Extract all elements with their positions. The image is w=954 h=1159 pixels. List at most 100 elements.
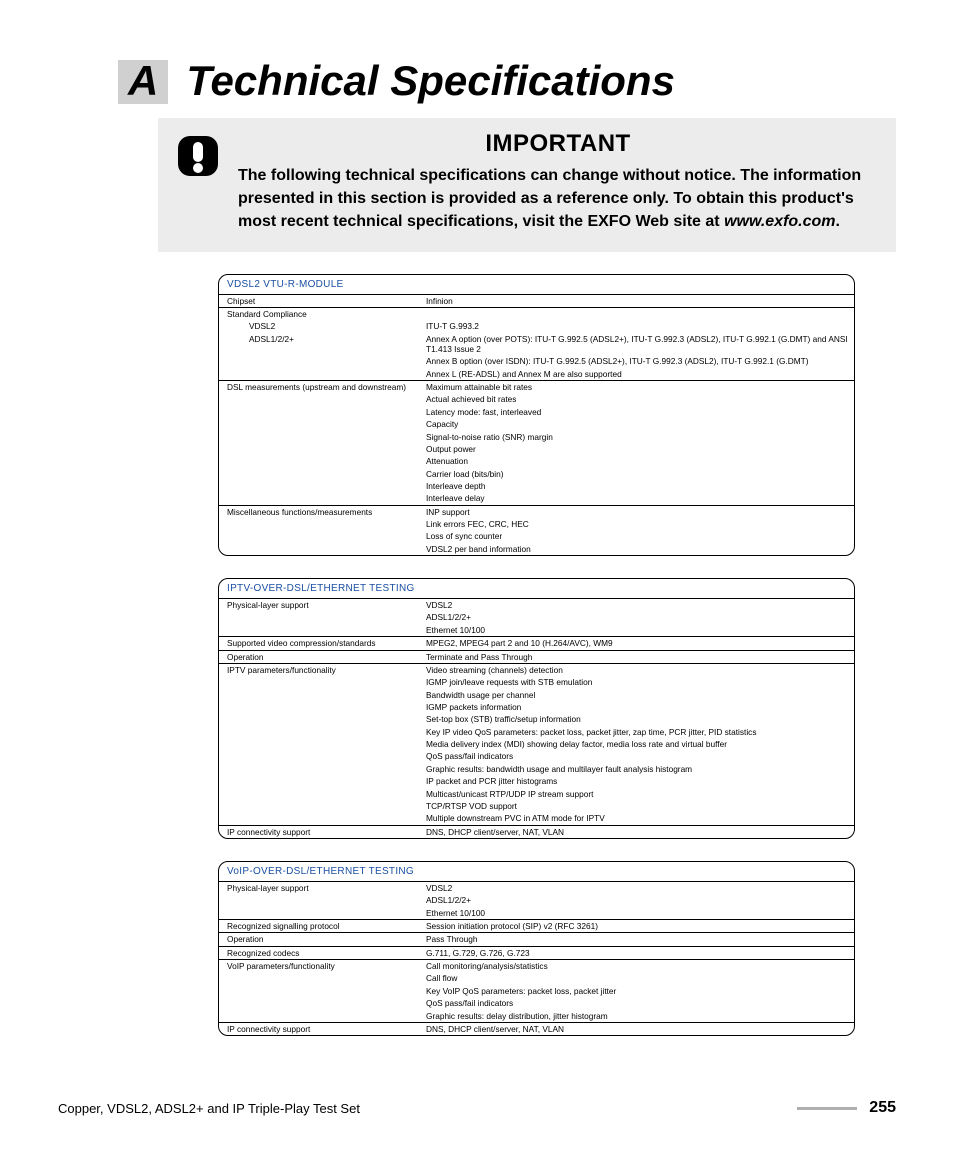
table-row: Set-top box (STB) traffic/setup informat…	[219, 713, 854, 725]
important-text-link: www.exfo.com	[724, 213, 835, 230]
spec-value: ADSL1/2/2+	[418, 611, 854, 623]
spec-label	[219, 418, 418, 430]
spec-label: Chipset	[219, 295, 418, 308]
spec-value: Bandwidth usage per channel	[418, 689, 854, 701]
table-row: Annex B option (over ISDN): ITU-T G.992.…	[219, 355, 854, 367]
spec-value: Key IP video QoS parameters: packet loss…	[418, 726, 854, 738]
table-row: VDSL2 per band information	[219, 543, 854, 555]
spec-block-title: IPTV-OVER-DSL/ETHERNET TESTING	[219, 579, 854, 599]
spec-label: Supported video compression/standards	[219, 637, 418, 650]
table-row: ADSL1/2/2+	[219, 894, 854, 906]
table-row: Ethernet 10/100	[219, 624, 854, 637]
spec-value: Pass Through	[418, 933, 854, 946]
spec-value: Ethernet 10/100	[418, 907, 854, 920]
spec-label	[219, 763, 418, 775]
table-row: Recognized codecsG.711, G.729, G.726, G.…	[219, 946, 854, 959]
spec-block-title: VoIP-OVER-DSL/ETHERNET TESTING	[219, 862, 854, 882]
spec-label	[219, 713, 418, 725]
spec-value: VDSL2 per band information	[418, 543, 854, 555]
table-row: Bandwidth usage per channel	[219, 689, 854, 701]
spec-value: Capacity	[418, 418, 854, 430]
spec-value: Call flow	[418, 972, 854, 984]
spec-value: Multicast/unicast RTP/UDP IP stream supp…	[418, 788, 854, 800]
spec-label	[219, 468, 418, 480]
table-row: Link errors FEC, CRC, HEC	[219, 518, 854, 530]
important-callout: IMPORTANT The following technical specif…	[158, 118, 896, 252]
spec-label	[219, 676, 418, 688]
appendix-letter: A	[118, 60, 168, 104]
spec-value: Actual achieved bit rates	[418, 393, 854, 405]
spec-label: IP connectivity support	[219, 1022, 418, 1035]
table-row: Graphic results: delay distribution, jit…	[219, 1010, 854, 1023]
table-row: OperationPass Through	[219, 933, 854, 946]
spec-block: VoIP-OVER-DSL/ETHERNET TESTINGPhysical-l…	[218, 861, 855, 1036]
spec-block-title: VDSL2 VTU-R-MODULE	[219, 275, 854, 295]
important-heading: IMPORTANT	[238, 130, 878, 158]
spec-value: QoS pass/fail indicators	[418, 997, 854, 1009]
spec-value: DNS, DHCP client/server, NAT, VLAN	[418, 1022, 854, 1035]
table-row: Graphic results: bandwidth usage and mul…	[219, 763, 854, 775]
spec-value: Carrier load (bits/bin)	[418, 468, 854, 480]
spec-value: IGMP packets information	[418, 701, 854, 713]
table-row: Interleave delay	[219, 492, 854, 505]
spec-value: Latency mode: fast, interleaved	[418, 406, 854, 418]
spec-label: Standard Compliance	[219, 307, 418, 320]
spec-value: Interleave delay	[418, 492, 854, 505]
table-row: Interleave depth	[219, 480, 854, 492]
spec-label: Physical-layer support	[219, 599, 418, 611]
spec-value: Graphic results: delay distribution, jit…	[418, 1010, 854, 1023]
spec-value: Attenuation	[418, 455, 854, 467]
table-row: Annex L (RE-ADSL) and Annex M are also s…	[219, 368, 854, 381]
spec-value: Set-top box (STB) traffic/setup informat…	[418, 713, 854, 725]
table-row: IP connectivity supportDNS, DHCP client/…	[219, 1022, 854, 1035]
spec-label	[219, 443, 418, 455]
table-row: Multicast/unicast RTP/UDP IP stream supp…	[219, 788, 854, 800]
spec-value: VDSL2	[418, 882, 854, 894]
table-row: Output power	[219, 443, 854, 455]
spec-value	[418, 307, 854, 320]
table-row: IP connectivity supportDNS, DHCP client/…	[219, 825, 854, 838]
spec-value: MPEG2, MPEG4 part 2 and 10 (H.264/AVC), …	[418, 637, 854, 650]
appendix-header: A Technical Specifications	[118, 60, 896, 104]
spec-block: IPTV-OVER-DSL/ETHERNET TESTINGPhysical-l…	[218, 578, 855, 839]
spec-label: VoIP parameters/functionality	[219, 960, 418, 973]
table-row: Standard Compliance	[219, 307, 854, 320]
spec-value: Key VoIP QoS parameters: packet loss, pa…	[418, 985, 854, 997]
spec-label: Recognized codecs	[219, 946, 418, 959]
spec-label	[219, 480, 418, 492]
table-row: Actual achieved bit rates	[219, 393, 854, 405]
spec-value: IP packet and PCR jitter histograms	[418, 775, 854, 787]
table-row: Key IP video QoS parameters: packet loss…	[219, 726, 854, 738]
spec-value: Media delivery index (MDI) showing delay…	[418, 738, 854, 750]
spec-label: Miscellaneous functions/measurements	[219, 505, 418, 518]
important-text-post: .	[836, 213, 840, 230]
table-row: Ethernet 10/100	[219, 907, 854, 920]
table-row: Physical-layer supportVDSL2	[219, 599, 854, 611]
spec-value: Interleave depth	[418, 480, 854, 492]
spec-label	[219, 997, 418, 1009]
table-row: IP packet and PCR jitter histograms	[219, 775, 854, 787]
spec-value: Output power	[418, 443, 854, 455]
table-row: Supported video compression/standardsMPE…	[219, 637, 854, 650]
spec-label	[219, 406, 418, 418]
spec-value: Infinion	[418, 295, 854, 308]
spec-label	[219, 812, 418, 825]
table-row: OperationTerminate and Pass Through	[219, 650, 854, 663]
spec-value: VDSL2	[418, 599, 854, 611]
spec-value: Annex L (RE-ADSL) and Annex M are also s…	[418, 368, 854, 381]
table-row: Attenuation	[219, 455, 854, 467]
appendix-title: Technical Specifications	[186, 60, 675, 102]
spec-value: G.711, G.729, G.726, G.723	[418, 946, 854, 959]
spec-value: Multiple downstream PVC in ATM mode for …	[418, 812, 854, 825]
spec-label	[219, 611, 418, 623]
spec-block: VDSL2 VTU-R-MODULEChipsetInfinionStandar…	[218, 274, 855, 557]
footer-product-name: Copper, VDSL2, ADSL2+ and IP Triple-Play…	[58, 1101, 360, 1116]
spec-value: TCP/RTSP VOD support	[418, 800, 854, 812]
spec-table: Physical-layer supportVDSL2ADSL1/2/2+Eth…	[219, 882, 854, 1035]
table-row: Key VoIP QoS parameters: packet loss, pa…	[219, 985, 854, 997]
spec-label	[219, 455, 418, 467]
table-row: IPTV parameters/functionalityVideo strea…	[219, 663, 854, 676]
spec-label	[219, 689, 418, 701]
table-row: ADSL1/2/2+	[219, 611, 854, 623]
table-row: QoS pass/fail indicators	[219, 997, 854, 1009]
